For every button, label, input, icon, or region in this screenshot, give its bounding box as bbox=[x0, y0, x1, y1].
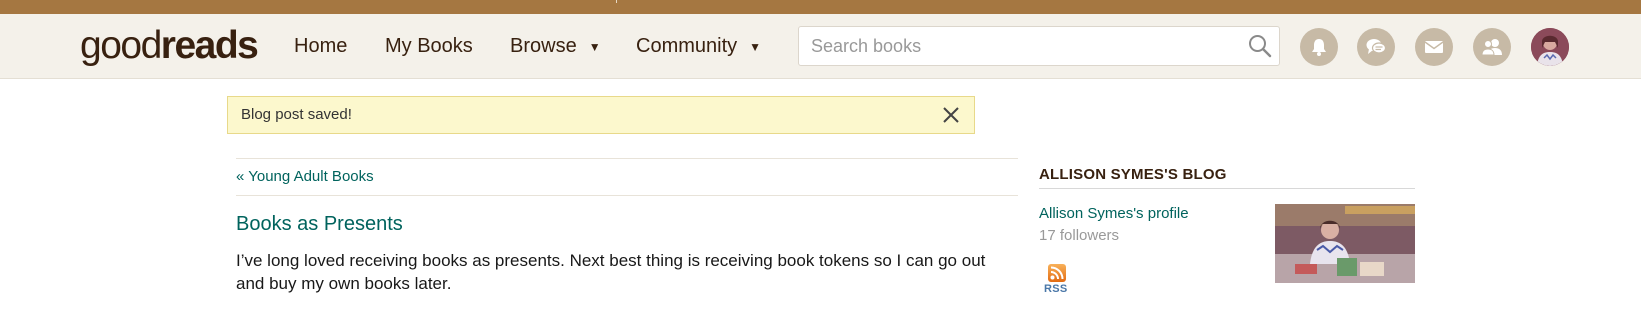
back-to-previous-post-link[interactable]: « Young Adult Books bbox=[236, 167, 374, 187]
rss-icon bbox=[1048, 264, 1066, 282]
nav-home[interactable]: Home bbox=[294, 14, 347, 79]
nav-community[interactable]: Community ▼ bbox=[636, 14, 761, 79]
nav-home-label: Home bbox=[294, 35, 348, 57]
friends-icon[interactable] bbox=[1473, 28, 1511, 66]
author-profile-link[interactable]: Allison Symes's profile bbox=[1039, 205, 1189, 222]
nav-community-label: Community bbox=[636, 35, 738, 57]
post-title[interactable]: Books as Presents bbox=[236, 211, 403, 237]
flash-message: Blog post saved! bbox=[241, 106, 352, 123]
flash-notice: Blog post saved! bbox=[227, 96, 975, 134]
divider bbox=[236, 195, 1018, 196]
search-box bbox=[798, 26, 1280, 66]
nav-my-books[interactable]: My Books bbox=[385, 14, 473, 79]
site-header: goodreads Home My Books Browse ▼ Communi… bbox=[0, 14, 1641, 79]
author-photo[interactable] bbox=[1275, 204, 1415, 283]
sidebar-blog-heading: ALLISON SYMES'S BLOG bbox=[1039, 166, 1227, 183]
divider bbox=[1039, 188, 1415, 189]
caret-down-icon: ▼ bbox=[588, 39, 601, 54]
search-input[interactable] bbox=[799, 27, 1229, 65]
divider bbox=[236, 158, 1018, 159]
nav-browse[interactable]: Browse ▼ bbox=[510, 14, 601, 79]
caret-down-icon: ▼ bbox=[749, 39, 762, 54]
mail-icon[interactable] bbox=[1415, 28, 1453, 66]
close-icon[interactable] bbox=[942, 106, 960, 124]
search-icon[interactable] bbox=[1247, 33, 1273, 59]
discussion-icon[interactable] bbox=[1357, 28, 1395, 66]
top-strip-mark bbox=[616, 0, 617, 3]
followers-count: 17 followers bbox=[1039, 227, 1120, 244]
nav-my-books-label: My Books bbox=[385, 35, 473, 57]
nav-browse-label: Browse bbox=[510, 35, 577, 57]
logo-part-good: good bbox=[80, 24, 162, 67]
post-body: I’ve long loved receiving books as prese… bbox=[236, 251, 986, 293]
logo-part-reads: reads bbox=[160, 24, 259, 67]
rss-label: RSS bbox=[1044, 283, 1068, 295]
goodreads-logo[interactable]: goodreads bbox=[80, 24, 259, 68]
bell-icon[interactable] bbox=[1300, 28, 1338, 66]
user-avatar[interactable] bbox=[1531, 28, 1569, 66]
rss-feed-link[interactable]: RSS bbox=[1044, 264, 1074, 298]
top-strip bbox=[0, 0, 1641, 14]
